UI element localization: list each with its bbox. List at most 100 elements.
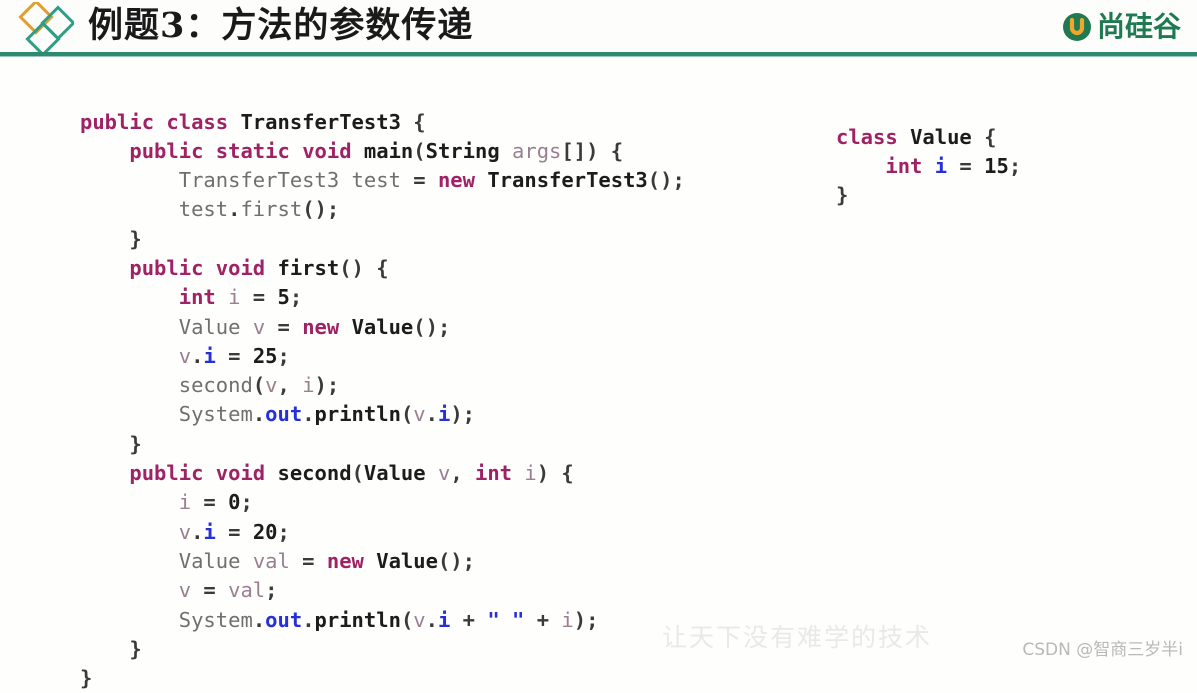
code-token (80, 168, 179, 192)
code-token (216, 285, 228, 309)
code-line: } (80, 430, 685, 459)
code-line: public class TransferTest3 { (80, 108, 685, 137)
code-token: println (315, 402, 401, 426)
code-token: i (438, 402, 450, 426)
code-token (228, 110, 240, 134)
code-token: val (228, 578, 265, 602)
code-token (339, 315, 351, 339)
code-token: . (302, 402, 314, 426)
code-token: v (413, 402, 425, 426)
code-token: = (947, 154, 984, 178)
code-token: . (426, 402, 438, 426)
code-line: int i = 15; (836, 152, 1021, 181)
code-token: , (450, 461, 475, 485)
code-token (339, 168, 351, 192)
code-token: class (836, 125, 898, 149)
code-token: i (179, 490, 191, 514)
code-token: ; (265, 578, 277, 602)
code-token (80, 578, 179, 602)
code-token: System (179, 608, 253, 632)
csdn-watermark: CSDN @智商三岁半i (1022, 635, 1183, 660)
diamond-cluster-icon (8, 2, 74, 54)
code-token: . (228, 197, 240, 221)
code-token: = (216, 344, 253, 368)
code-token: public (129, 461, 203, 485)
code-line: v.i = 20; (80, 518, 685, 547)
code-token: v (438, 461, 450, 485)
brand-logo: 尚硅谷 (1062, 6, 1181, 48)
code-token (80, 139, 129, 163)
code-token: (); (438, 549, 475, 573)
code-token: { (984, 125, 996, 149)
code-token: { (413, 110, 425, 134)
code-token: v (253, 315, 265, 339)
code-token (80, 608, 179, 632)
code-token: ( (413, 139, 425, 163)
code-token: System (179, 402, 253, 426)
code-token (352, 139, 364, 163)
code-token: i (228, 285, 240, 309)
code-token: (); (302, 197, 339, 221)
code-token: ); (574, 608, 599, 632)
code-token: ( (401, 608, 413, 632)
code-token: = (191, 578, 228, 602)
code-token (401, 110, 413, 134)
code-token (203, 139, 215, 163)
code-token: 25 (253, 344, 278, 368)
code-token: . (191, 520, 203, 544)
code-token: 0 (228, 490, 240, 514)
code-token (922, 154, 934, 178)
code-token: (); (413, 315, 450, 339)
code-token: + (524, 608, 561, 632)
code-line: public void first() { (80, 254, 685, 283)
code-line: System.out.println(v.i); (80, 400, 685, 429)
code-line: public static void main(String args[]) { (80, 137, 685, 166)
code-token: v (179, 520, 191, 544)
code-token: Value (364, 461, 426, 485)
code-token (80, 256, 129, 280)
code-token (972, 125, 984, 149)
code-token (364, 549, 376, 573)
code-token (80, 432, 129, 456)
code-token: out (265, 402, 302, 426)
code-token: ( (352, 461, 364, 485)
code-token: ( (253, 373, 265, 397)
code-token: i (438, 608, 450, 632)
code-token: = (290, 549, 327, 573)
code-token (265, 461, 277, 485)
code-line: v.i = 25; (80, 342, 685, 371)
code-token (80, 285, 179, 309)
code-token: class (166, 110, 228, 134)
code-token: = (240, 285, 277, 309)
code-token: []) { (561, 139, 623, 163)
code-token: void (216, 256, 265, 280)
code-token: i (302, 373, 314, 397)
code-line: } (80, 664, 685, 693)
code-line: Value val = new Value(); (80, 547, 685, 576)
code-token: ); (315, 373, 340, 397)
code-line: v = val; (80, 576, 685, 605)
code-token: = (216, 520, 253, 544)
code-token: args (512, 139, 561, 163)
code-token: test (352, 168, 401, 192)
code-token (836, 154, 885, 178)
code-line: } (80, 225, 685, 254)
code-token: Value (376, 549, 438, 573)
code-token (203, 461, 215, 485)
code-token: i (935, 154, 947, 178)
code-token (500, 139, 512, 163)
code-token: Value (910, 125, 972, 149)
code-token: void (302, 139, 351, 163)
code-token: ; (278, 520, 290, 544)
code-token: Value (179, 315, 241, 339)
code-token: , (278, 373, 303, 397)
code-line: i = 0; (80, 488, 685, 517)
code-token: = (191, 490, 228, 514)
code-token (80, 315, 179, 339)
code-token (80, 197, 179, 221)
code-token (290, 139, 302, 163)
code-token: new (327, 549, 364, 573)
code-token (80, 520, 179, 544)
page-title: 例题3：方法的参数传递 (88, 2, 473, 50)
code-token: ); (450, 402, 475, 426)
